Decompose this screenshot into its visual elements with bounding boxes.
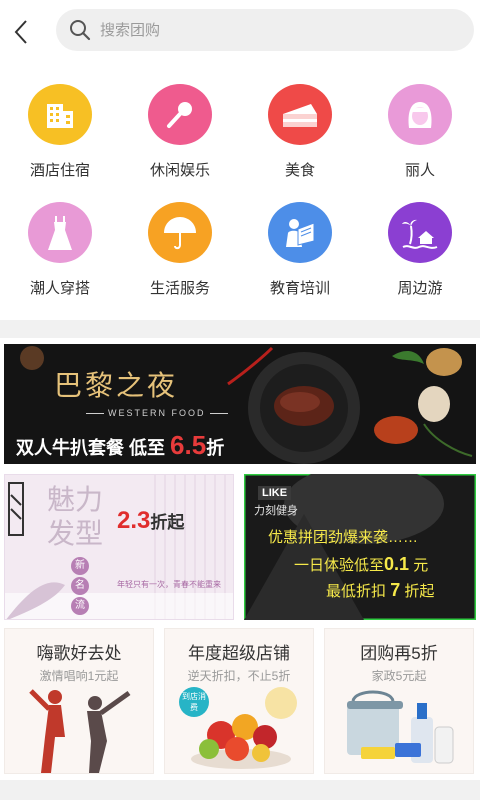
- promo-card-karaoke[interactable]: 嗨歌好去处 激情唱响1元起: [4, 628, 154, 774]
- fitness-offer-line2-value: 0.1: [384, 554, 410, 574]
- banner-hairstyle-title: 魅力 发型: [47, 483, 103, 551]
- category-label: 周边游: [397, 280, 443, 297]
- banner-paris-offer-suffix: 折: [206, 438, 225, 458]
- category-label: 教育培训: [269, 280, 330, 297]
- promo-card-super-store[interactable]: 年度超级店铺 逆天折扣，不止5折 到店消费: [164, 628, 314, 774]
- promo-card-title: 年度超级店铺: [188, 644, 290, 663]
- search-icon: [70, 20, 91, 41]
- banner-hairstyle[interactable]: 魅力 发型 2.3折起 新 名 流 年轻只有一次，青春不能重来: [4, 474, 234, 620]
- category-grid: 酒店住宿 休闲娱乐 美食 丽人 潮人穿搭 生活服务 教育培训 周边游: [0, 62, 480, 320]
- category-label: 潮人穿搭: [29, 280, 90, 297]
- category-beauty[interactable]: 丽人: [360, 62, 480, 180]
- hairstyle-decoration-image: [5, 475, 233, 619]
- banner-paris-subtitle: WESTERN FOOD: [82, 408, 232, 418]
- back-button[interactable]: [6, 14, 36, 50]
- top-bar: [0, 0, 480, 62]
- reading-person-icon: [268, 202, 332, 263]
- dress-icon: [28, 202, 92, 263]
- fitness-brand: 力刻健身: [254, 505, 298, 517]
- palm-island-icon: [388, 202, 452, 263]
- banner-hairstyle-note: 年轻只有一次，青春不能重来: [117, 580, 221, 589]
- category-entertainment[interactable]: 休闲娱乐: [120, 62, 240, 180]
- promo-card-title: 团购再5折: [360, 644, 438, 663]
- promo-cards: 嗨歌好去处 激情唱响1元起 年度超级店铺 逆天折扣，不止5折 到店消费 团购再5…: [0, 628, 480, 778]
- chevron-left-icon: [14, 20, 27, 44]
- cleaning-supplies-image: [347, 690, 454, 764]
- fitness-offer-line3-suffix: 折起: [404, 583, 435, 600]
- category-life-service[interactable]: 生活服务: [120, 180, 240, 298]
- umbrella-icon: [148, 202, 212, 263]
- category-nearby-travel[interactable]: 周边游: [360, 180, 480, 298]
- fitness-offer-line2-prefix: 一日体验低至: [294, 557, 385, 574]
- fitness-logo-tag: LIKE: [258, 486, 292, 500]
- banner-hairstyle-discount-value: 2.3: [117, 507, 151, 534]
- fitness-offer-line3-value: 7: [390, 580, 401, 600]
- category-label: 丽人: [404, 162, 435, 179]
- search-input[interactable]: [100, 21, 440, 39]
- promo-card-subtitle: 家政5元起: [371, 669, 427, 683]
- category-hotel[interactable]: 酒店住宿: [0, 62, 120, 180]
- banner-hairstyle-badges: 新 名 流: [71, 557, 89, 615]
- promo-card-half-price[interactable]: 团购再5折 家政5元起: [324, 628, 474, 774]
- category-fashion[interactable]: 潮人穿搭: [0, 180, 120, 298]
- category-label: 生活服务: [149, 280, 210, 297]
- section-divider: [0, 320, 480, 338]
- banner-paris-offer-value: 6.5: [170, 430, 207, 460]
- microphone-icon: [148, 84, 212, 145]
- bottom-divider: [0, 780, 480, 800]
- fitness-offer-line3: 最低折扣 7 折起: [326, 580, 434, 601]
- promo-card-title: 嗨歌好去处: [36, 644, 122, 663]
- cake-icon: [268, 84, 332, 145]
- category-education[interactable]: 教育培训: [240, 180, 360, 298]
- banner-hairstyle-title-bottom: 发型: [47, 517, 104, 550]
- fitness-offer-line3-prefix: 最低折扣: [326, 583, 387, 600]
- banner-fitness[interactable]: LIKE 力刻健身 优惠拼团劲爆来袭…… 一日体验低至0.1 元 最低折扣 7 …: [244, 474, 476, 620]
- banner-paris-night[interactable]: 巴黎之夜 WESTERN FOOD 双人牛扒套餐 低至 6.5折: [4, 344, 476, 464]
- fitness-offer-line2: 一日体验低至0.1 元: [294, 554, 428, 575]
- banner-paris-offer: 双人牛扒套餐 低至 6.5折: [16, 430, 224, 461]
- banner-hairstyle-discount-suffix: 折起: [150, 513, 185, 532]
- category-label: 休闲娱乐: [149, 162, 210, 179]
- banner-paris-title: 巴黎之夜: [54, 369, 179, 402]
- hotel-building-icon: [28, 84, 92, 145]
- banner-hairstyle-discount: 2.3折起: [117, 507, 184, 535]
- fitness-offer-line1: 优惠拼团劲爆来袭……: [268, 529, 419, 546]
- promo-card-subtitle: 激情唱响1元起: [39, 669, 119, 683]
- badge: 新: [71, 557, 89, 575]
- banner-hairstyle-title-top: 魅力: [47, 483, 104, 516]
- fitness-offer-line2-suffix: 元: [413, 557, 429, 574]
- promo-card-subtitle: 逆天折扣，不止5折: [187, 669, 291, 683]
- badge: 流: [71, 597, 89, 615]
- category-food[interactable]: 美食: [240, 62, 360, 180]
- search-bar[interactable]: [56, 9, 474, 51]
- woman-face-icon: [388, 84, 452, 145]
- dancers-image: [29, 689, 131, 773]
- in-store-badge: 到店消费: [179, 687, 209, 717]
- badge: 名: [71, 577, 89, 595]
- category-label: 酒店住宿: [29, 162, 90, 179]
- category-label: 美食: [284, 162, 315, 179]
- banner-paris-offer-prefix: 双人牛扒套餐 低至: [16, 438, 166, 458]
